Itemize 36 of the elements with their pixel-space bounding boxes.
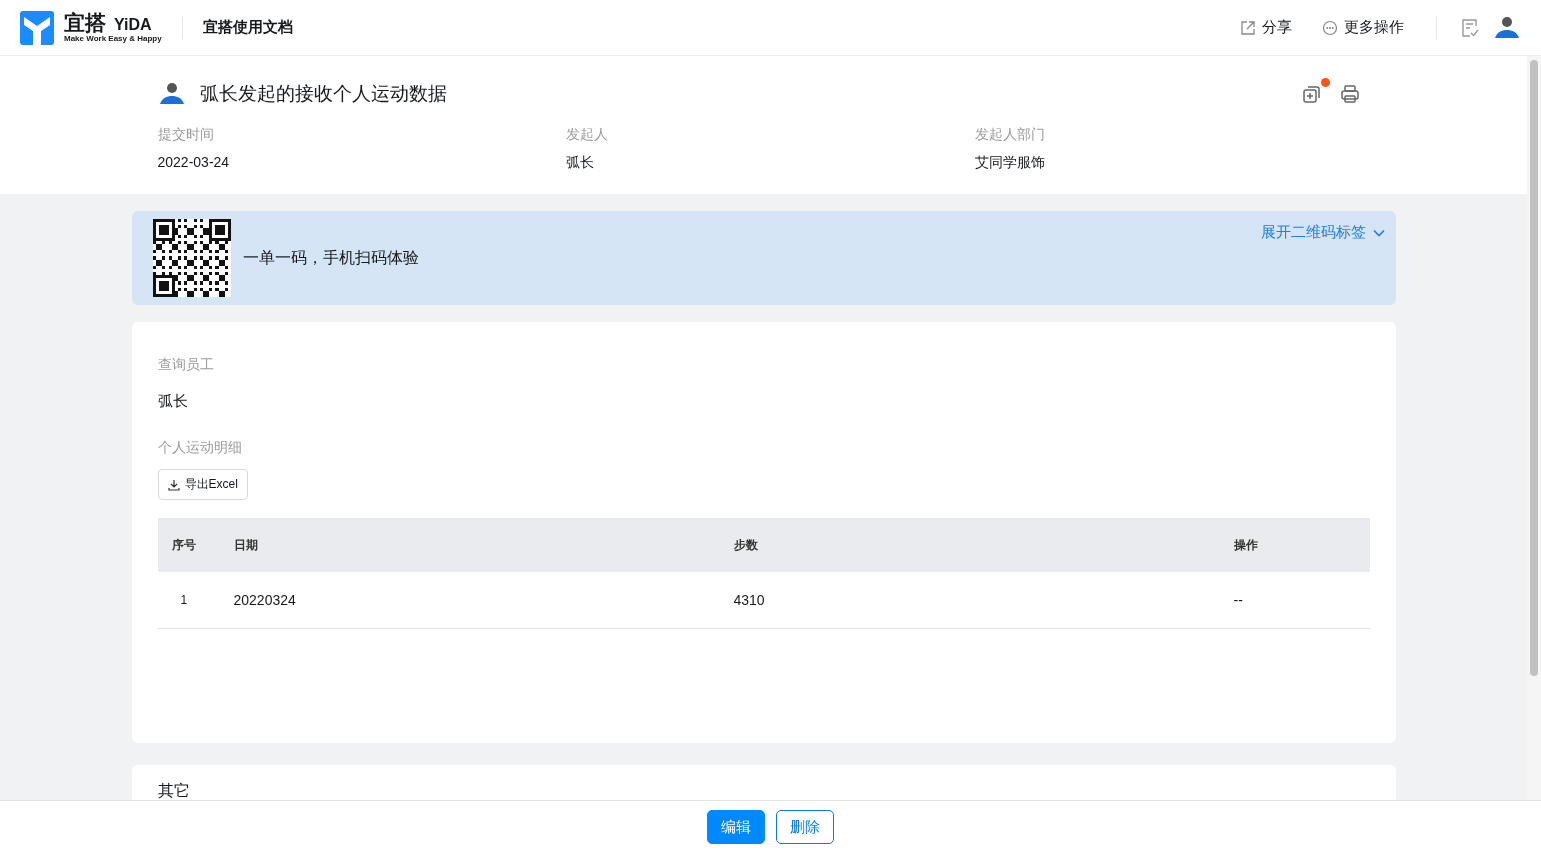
table-cell: -- (1233, 592, 1243, 608)
field-label: 查询员工 (157, 356, 214, 374)
meta-label: 发起人部门 (974, 126, 1046, 144)
field-label: 个人运动明细 (157, 439, 242, 457)
meta-value: 弧长 (565, 154, 595, 172)
meta-value: 艾同学服饰 (974, 154, 1046, 172)
field-value: 弧长 (157, 392, 189, 411)
more-actions-button[interactable]: 更多操作 (1314, 14, 1412, 41)
logo-tagline: Make Work Easy & Happy (64, 35, 162, 43)
record-title: 弧长发起的接收个人运动数据 (199, 82, 447, 106)
section-title: 其它 (157, 782, 190, 799)
delete-button[interactable]: 删除 (776, 810, 834, 844)
meta-label: 发起人 (565, 126, 609, 144)
print-icon[interactable] (1339, 84, 1360, 104)
copy-add-icon[interactable] (1301, 84, 1322, 104)
more-icon (1322, 19, 1338, 36)
checklist-icon[interactable] (1461, 17, 1479, 38)
export-excel-button[interactable]: 导出Excel (157, 469, 248, 500)
table-cell: 20220324 (233, 592, 296, 608)
docs-link[interactable]: 宜搭使用文档 (202, 18, 293, 37)
meta-value: 2022-03-24 (157, 154, 231, 170)
column-header: 操作 (1233, 537, 1258, 552)
column-header: 日期 (233, 537, 258, 552)
share-icon (1240, 19, 1256, 36)
table-cell: 4310 (733, 592, 765, 608)
qr-banner-text: 一单一码，手机扫码体验 (242, 247, 419, 268)
share-button[interactable]: 分享 (1232, 14, 1300, 41)
table-cell: 1 (180, 593, 188, 607)
column-header: 步数 (733, 537, 758, 552)
column-header: 序号 (171, 537, 196, 552)
logo-icon (20, 10, 54, 45)
meta-label: 提交时间 (157, 126, 215, 144)
download-icon (167, 478, 180, 491)
scrollbar-thumb[interactable] (1530, 60, 1538, 676)
logo-name: 宜搭 (64, 12, 106, 33)
logo-wordmark: YiDA (114, 17, 152, 33)
